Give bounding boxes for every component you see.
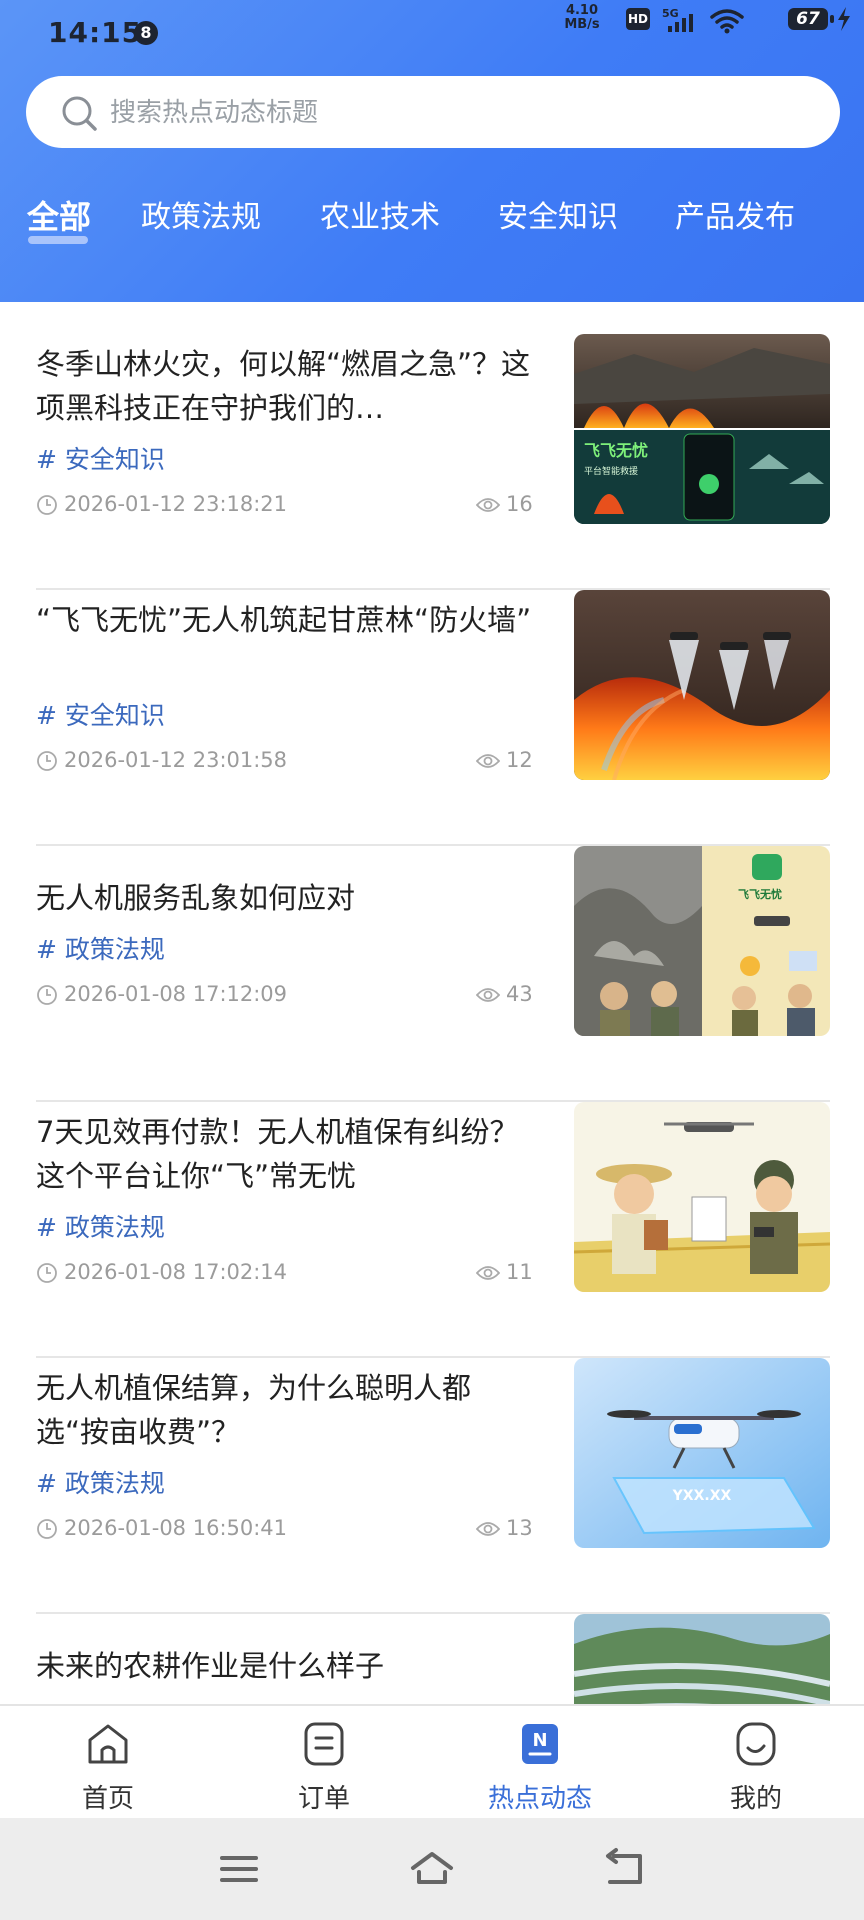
home-icon xyxy=(88,1724,128,1764)
article-views: 12 xyxy=(506,748,533,772)
status-bar: 14:15 8 4.10 MB/s HD 5G 67 xyxy=(0,0,864,66)
status-time: 14:15 xyxy=(48,16,143,49)
article-card[interactable]: 无人机植保结算，为什么聪明人都选“按亩收费”？ # 政策法规 2026-01-0… xyxy=(36,1358,830,1614)
tab-policy[interactable]: 政策法规 xyxy=(141,192,261,236)
profile-icon xyxy=(736,1722,776,1766)
article-card[interactable]: 7天见效再付款！无人机植保有纠纷？这个平台让你“飞”常无忧 # 政策法规 202… xyxy=(36,1102,830,1358)
article-tag[interactable]: # 政策法规 xyxy=(36,1464,165,1500)
net-speed-value: 4.10 xyxy=(565,3,599,18)
battery-indicator: 67 xyxy=(788,8,834,30)
article-meta: 2026-01-08 17:12:09 43 xyxy=(36,980,536,1010)
article-title: “飞飞无忧”无人机筑起甘蔗林“防火墙” xyxy=(36,603,532,637)
nav-profile-label: 我的 xyxy=(729,1784,782,1814)
system-nav-bar xyxy=(0,1818,864,1920)
nav-home-label: 首页 xyxy=(81,1784,134,1814)
article-card[interactable]: “飞飞无忧”无人机筑起甘蔗林“防火墙” # 安全知识 2026-01-12 23… xyxy=(36,590,830,846)
wifi-icon xyxy=(710,9,744,34)
search-input[interactable] xyxy=(108,92,812,134)
article-time: 2026-01-12 23:18:21 xyxy=(64,492,288,516)
article-title: 无人机植保结算，为什么聪明人都选“按亩收费”？ xyxy=(36,1371,472,1449)
article-time: 2026-01-08 17:02:14 xyxy=(64,1260,288,1284)
thumb-caption: YXX.XX xyxy=(672,1488,732,1504)
article-time: 2026-01-08 16:50:41 xyxy=(64,1516,288,1540)
article-card[interactable]: 无人机服务乱象如何应对 # 政策法规 2026-01-08 17:12:09 4… xyxy=(36,846,830,1102)
views-icon xyxy=(476,988,500,1002)
article-card[interactable]: 未来的农耕作业是什么样子 xyxy=(36,1614,830,1704)
news-icon: N xyxy=(522,1724,558,1764)
nav-orders[interactable]: 订单 xyxy=(216,1706,432,1820)
article-tag[interactable]: # 安全知识 xyxy=(36,696,165,732)
nav-orders-label: 订单 xyxy=(297,1784,350,1814)
nav-profile[interactable]: 我的 xyxy=(648,1706,864,1820)
search-icon xyxy=(62,96,97,131)
net-speed-unit: MB/s xyxy=(564,17,600,32)
net-speed: 4.10 MB/s xyxy=(558,4,606,32)
svg-text:N: N xyxy=(532,1730,547,1751)
article-thumbnail[interactable]: YXX.XX xyxy=(574,1358,830,1548)
article-thumbnail[interactable]: 飞飞无忧 xyxy=(574,846,830,1036)
tab-product[interactable]: 产品发布 xyxy=(675,192,795,236)
views-icon xyxy=(476,1522,500,1536)
clock-icon xyxy=(37,985,57,1005)
clock-icon xyxy=(37,495,57,515)
article-meta: 2026-01-08 16:50:41 13 xyxy=(36,1514,536,1544)
clock-icon xyxy=(37,751,57,771)
tab-all[interactable]: 全部 xyxy=(27,192,91,238)
article-thumbnail[interactable]: 飞飞无忧 平台智能救援 xyxy=(574,334,830,524)
nav-home[interactable]: 首页 xyxy=(0,1706,216,1820)
search-box[interactable] xyxy=(26,76,840,148)
article-title: 无人机服务乱象如何应对 xyxy=(36,881,356,915)
views-icon xyxy=(476,1266,500,1280)
clock-icon xyxy=(37,1519,57,1539)
article-views: 16 xyxy=(506,492,533,516)
thumb-subcaption: 平台智能救援 xyxy=(584,465,638,477)
bottom-nav: 首页 订单 N 热点动态 我的 xyxy=(0,1704,864,1818)
hd-badge: HD xyxy=(626,8,650,30)
article-title: 冬季山林火灾，何以解“燃眉之急”？这项黑科技正在守护我们的… xyxy=(36,347,531,425)
network-label: 5G xyxy=(662,7,679,20)
charging-icon xyxy=(838,7,850,31)
tab-agri-tech[interactable]: 农业技术 xyxy=(320,192,440,236)
back-icon[interactable] xyxy=(600,1846,650,1892)
article-list[interactable]: 冬季山林火灾，何以解“燃眉之急”？这项黑科技正在守护我们的… # 安全知识 20… xyxy=(0,302,864,1704)
thumb-caption: 飞飞无忧 xyxy=(738,887,782,901)
article-tag[interactable]: # 政策法规 xyxy=(36,930,165,966)
article-thumbnail[interactable] xyxy=(574,590,830,780)
home-button-icon[interactable] xyxy=(407,1846,457,1892)
article-tag[interactable]: # 安全知识 xyxy=(36,440,165,476)
views-icon xyxy=(476,754,500,768)
menu-icon[interactable] xyxy=(214,1846,264,1892)
clock-icon xyxy=(37,1263,57,1283)
article-views: 11 xyxy=(506,1260,533,1284)
article-card[interactable]: 冬季山林火灾，何以解“燃眉之急”？这项黑科技正在守护我们的… # 安全知识 20… xyxy=(36,334,830,590)
article-tag[interactable]: # 政策法规 xyxy=(36,1208,165,1244)
nav-hot-news[interactable]: N 热点动态 xyxy=(432,1706,648,1820)
views-icon xyxy=(476,498,500,512)
article-meta: 2026-01-12 23:01:58 12 xyxy=(36,746,536,776)
order-icon xyxy=(304,1722,344,1766)
notification-badge: 8 xyxy=(134,21,158,45)
article-time: 2026-01-08 17:12:09 xyxy=(64,982,288,1006)
article-thumbnail[interactable] xyxy=(574,1102,830,1292)
article-views: 13 xyxy=(506,1516,533,1540)
active-tab-indicator xyxy=(28,236,88,244)
nav-hot-news-label: 热点动态 xyxy=(487,1784,592,1814)
article-title: 未来的农耕作业是什么样子 xyxy=(36,1649,385,1683)
article-meta: 2026-01-08 17:02:14 11 xyxy=(36,1258,536,1288)
category-tabs: 全部 政策法规 农业技术 安全知识 产品发布 xyxy=(0,192,864,252)
article-views: 43 xyxy=(506,982,533,1006)
header: 14:15 8 4.10 MB/s HD 5G 67 搜索热点动态标题 全部 政… xyxy=(0,0,864,302)
article-title: 7天见效再付款！无人机植保有纠纷？这个平台让你“飞”常无忧 xyxy=(36,1115,519,1193)
thumb-caption: 飞飞无忧 xyxy=(584,441,648,460)
article-time: 2026-01-12 23:01:58 xyxy=(64,748,288,772)
tab-safety[interactable]: 安全知识 xyxy=(498,192,618,236)
article-thumbnail[interactable] xyxy=(574,1614,830,1704)
signal-icon: 5G xyxy=(662,7,693,32)
article-meta: 2026-01-12 23:18:21 16 xyxy=(36,490,536,520)
